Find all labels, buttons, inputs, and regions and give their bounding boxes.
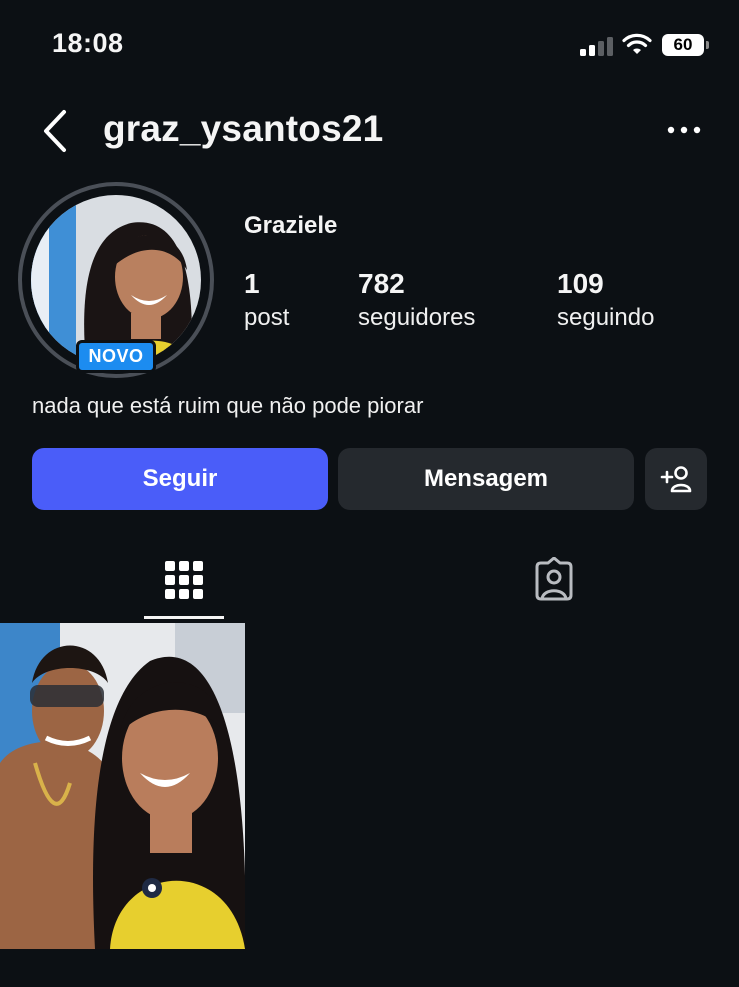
stat-followers-value: 782 xyxy=(358,268,405,299)
signal-icon xyxy=(580,36,614,56)
status-time: 18:08 xyxy=(52,28,124,58)
profile-username: graz_ysantos21 xyxy=(103,108,384,149)
post-thumbnail[interactable] xyxy=(0,623,245,949)
stat-following-value: 109 xyxy=(557,268,604,299)
grid-icon xyxy=(165,561,203,599)
stat-posts-label: post xyxy=(244,304,290,331)
chevron-left-icon[interactable] xyxy=(40,108,70,154)
wifi-icon xyxy=(622,33,652,54)
stat-posts[interactable]: 1 post xyxy=(244,268,289,332)
battery-tip xyxy=(706,41,709,49)
suggested-accounts-button[interactable] xyxy=(645,448,707,510)
tab-tagged[interactable] xyxy=(514,540,594,620)
battery-icon: 60 xyxy=(662,34,704,56)
more-horizontal-icon[interactable] xyxy=(664,120,704,140)
display-name: Graziele xyxy=(244,212,338,239)
stat-followers-label: seguidores xyxy=(358,304,476,331)
follow-button[interactable]: Seguir xyxy=(32,448,328,510)
tagged-person-icon xyxy=(535,557,573,601)
profile-page: 18:08 60 graz_ysantos21 NOVO Graziele 1 … xyxy=(0,0,739,987)
post-photo xyxy=(0,623,245,949)
stat-following[interactable]: 109 seguindo xyxy=(557,268,654,332)
stat-followers[interactable]: 782 seguidores xyxy=(358,268,475,332)
profile-bio: nada que está ruim que não pode piorar xyxy=(32,393,424,418)
stat-posts-value: 1 xyxy=(244,268,260,299)
message-button[interactable]: Mensagem xyxy=(338,448,634,510)
stat-following-label: seguindo xyxy=(557,304,655,331)
tab-posts-grid[interactable] xyxy=(144,540,224,620)
new-badge: NOVO xyxy=(76,340,156,373)
active-tab-indicator xyxy=(144,616,224,619)
add-person-icon xyxy=(660,466,692,493)
